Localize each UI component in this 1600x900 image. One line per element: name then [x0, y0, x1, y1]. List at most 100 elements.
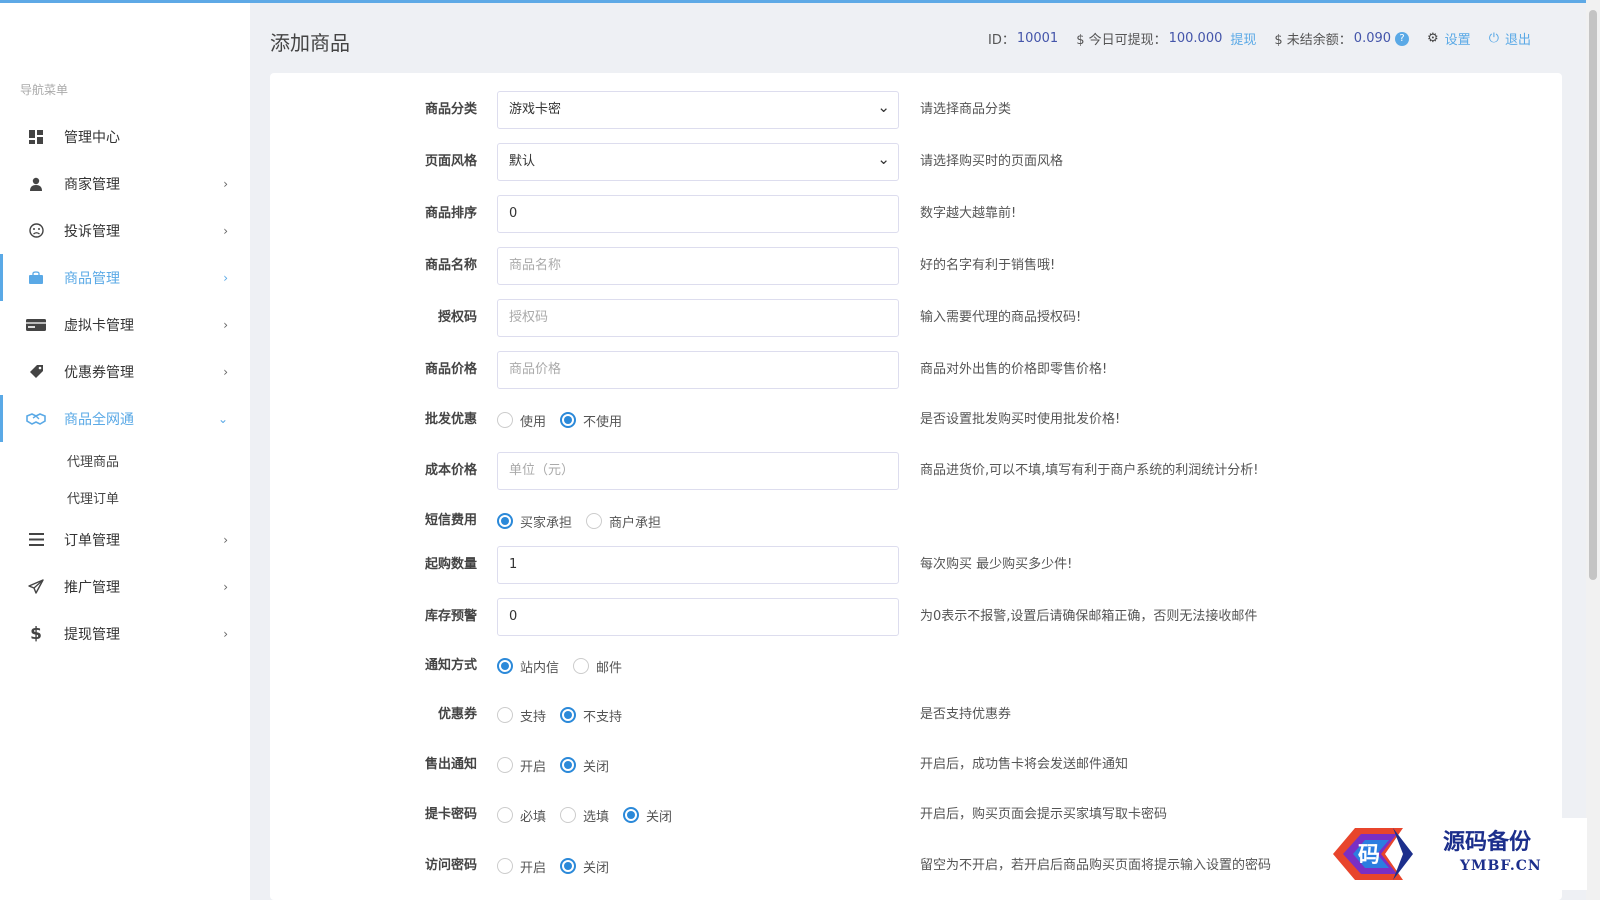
- watermark-logo-char: 码: [1358, 842, 1380, 868]
- id-label: ID：: [987, 33, 1015, 48]
- sort-input[interactable]: 0: [497, 195, 899, 233]
- radio-circle[interactable]: [497, 658, 513, 674]
- wholesale-hint: 是否设置批发购买时使用批发价格!: [920, 412, 1121, 427]
- frown-icon: [26, 221, 46, 241]
- radio-circle[interactable]: [560, 858, 577, 874]
- wholesale-option-nouse[interactable]: 不使用: [560, 411, 622, 430]
- name-input[interactable]: 商品名称: [497, 247, 899, 285]
- card-pwd-hint: 开启后，购买页面会提示买家填写取卡密码: [920, 807, 1168, 822]
- form-row-min-qty: 起购数量 1 每次购买 最少购买多少件!: [270, 546, 1562, 584]
- wholesale-option-use[interactable]: 使用: [497, 411, 546, 430]
- wholesale-label: 批发优惠: [424, 412, 477, 427]
- auth-label: 授权码: [437, 310, 477, 325]
- watermark-title: 源码备份: [1443, 829, 1532, 855]
- add-product-form: 商品分类 游戏卡密 请选择商品分类 页面风格 默认 请选择购买时的页面风格 商品…: [270, 73, 1562, 900]
- sidebar: 导航菜单 管理中心 商家管理 › 投诉管理 › 商品管理 › 虚拟卡管理 › 优…: [0, 3, 250, 900]
- gear-icon: ⚙: [1427, 31, 1439, 46]
- form-row-auth: 授权码 授权码 输入需要代理的商品授权码!: [270, 299, 1562, 337]
- category-select[interactable]: 游戏卡密: [497, 89, 899, 129]
- radio-circle[interactable]: [560, 412, 577, 428]
- sms-option-merchant[interactable]: 商户承担: [586, 512, 661, 531]
- sidebar-item-merchants[interactable]: 商家管理 ›: [0, 160, 250, 207]
- settings-link[interactable]: 设置: [1445, 29, 1471, 48]
- radio-label: 必填: [520, 809, 547, 825]
- min-qty-input[interactable]: 1: [497, 546, 899, 584]
- logout-link[interactable]: 退出: [1505, 29, 1531, 48]
- visit-pwd-option-on[interactable]: 开启: [497, 857, 546, 876]
- card-icon: [26, 315, 46, 335]
- style-hint: 请选择购买时的页面风格: [920, 154, 1064, 169]
- cost-label: 成本价格: [424, 463, 477, 478]
- sidebar-item-dashboard[interactable]: 管理中心: [0, 113, 250, 160]
- stock-alert-input[interactable]: 0: [497, 598, 899, 636]
- style-select[interactable]: 默认: [497, 141, 899, 181]
- radio-label: 关闭: [583, 759, 610, 775]
- sidebar-item-promotion[interactable]: 推广管理 ›: [0, 563, 250, 610]
- radio-circle[interactable]: [497, 707, 513, 723]
- cost-input[interactable]: 单位（元）: [497, 452, 899, 490]
- radio-circle[interactable]: [497, 757, 513, 773]
- sidebar-item-label: 商品全网通: [64, 411, 134, 428]
- radio-circle[interactable]: [573, 658, 590, 674]
- radio-label: 站内信: [520, 660, 560, 676]
- help-icon[interactable]: ?: [1395, 31, 1410, 46]
- radio-circle[interactable]: [586, 513, 603, 529]
- chevron-right-icon: ›: [223, 532, 228, 547]
- sidebar-item-label: 投诉管理: [64, 223, 120, 240]
- radio-circle[interactable]: [497, 807, 513, 823]
- visit-pwd-option-off[interactable]: 关闭: [560, 857, 609, 876]
- radio-circle[interactable]: [497, 858, 513, 874]
- radio-label: 邮件: [596, 660, 623, 676]
- sidebar-item-network[interactable]: 商品全网通 ⌄: [0, 395, 250, 442]
- radio-circle[interactable]: [560, 807, 577, 823]
- radio-label: 买家承担: [520, 515, 573, 531]
- sidebar-item-products[interactable]: 商品管理 ›: [0, 254, 250, 301]
- chevron-right-icon: ›: [223, 364, 228, 379]
- radio-label: 关闭: [646, 809, 673, 825]
- nav-menu: 管理中心 商家管理 › 投诉管理 › 商品管理 › 虚拟卡管理 › 优惠券管理 …: [0, 113, 250, 657]
- sold-notice-hint: 开启后，成功售卡将会发送邮件通知: [920, 757, 1129, 772]
- radio-circle[interactable]: [560, 757, 577, 773]
- coupon-option-support[interactable]: 支持: [497, 706, 546, 725]
- auth-hint: 输入需要代理的商品授权码!: [920, 310, 1082, 325]
- sms-option-buyer[interactable]: 买家承担: [497, 512, 572, 531]
- sidebar-item-virtual-cards[interactable]: 虚拟卡管理 ›: [0, 301, 250, 348]
- watermark: 码 源码备份 YMBF.CN: [1325, 818, 1587, 890]
- sidebar-subitem-proxy-products[interactable]: 代理商品: [0, 442, 250, 479]
- notify-label: 通知方式: [424, 658, 477, 673]
- form-row-name: 商品名称 商品名称 好的名字有利于销售哦!: [270, 247, 1562, 285]
- withdraw-link[interactable]: 提现: [1230, 29, 1256, 48]
- sidebar-item-withdraw[interactable]: $ 提现管理 ›: [0, 610, 250, 657]
- sidebar-subitem-proxy-orders[interactable]: 代理订单: [0, 479, 250, 516]
- sidebar-item-coupons[interactable]: 优惠券管理 ›: [0, 348, 250, 395]
- sold-notice-option-off[interactable]: 关闭: [560, 756, 609, 775]
- name-hint: 好的名字有利于销售哦!: [920, 258, 1056, 273]
- card-pwd-option-optional[interactable]: 选填: [560, 806, 609, 825]
- sidebar-item-complaints[interactable]: 投诉管理 ›: [0, 207, 250, 254]
- page-title: 添加商品: [270, 31, 350, 55]
- radio-label: 选填: [583, 809, 610, 825]
- sidebar-item-orders[interactable]: 订单管理 ›: [0, 516, 250, 563]
- auth-input[interactable]: 授权码: [497, 299, 899, 337]
- radio-circle[interactable]: [497, 412, 513, 428]
- price-label: 商品价格: [424, 362, 477, 377]
- form-row-wholesale: 批发优惠 使用 不使用 是否设置批发购买时使用批发价格!: [270, 401, 1562, 439]
- min-qty-label: 起购数量: [424, 557, 477, 572]
- sidebar-item-label: 提现管理: [64, 626, 120, 643]
- sold-notice-option-on[interactable]: 开启: [497, 756, 546, 775]
- notify-option-inbox[interactable]: 站内信: [497, 657, 559, 676]
- sidebar-item-label: 虚拟卡管理: [64, 317, 134, 334]
- price-input[interactable]: 商品价格: [497, 351, 899, 389]
- tag-icon: [26, 362, 46, 382]
- scrollbar-thumb[interactable]: [1589, 10, 1597, 580]
- radio-label: 不支持: [583, 709, 623, 725]
- form-row-sms: 短信费用 买家承担 商户承担: [270, 502, 1562, 540]
- card-pwd-option-off[interactable]: 关闭: [623, 806, 672, 825]
- notify-option-email[interactable]: 邮件: [573, 657, 622, 676]
- radio-circle[interactable]: [497, 513, 513, 529]
- shopping-bag-icon: [26, 268, 46, 288]
- radio-circle[interactable]: [560, 707, 577, 723]
- card-pwd-option-required[interactable]: 必填: [497, 806, 546, 825]
- radio-circle[interactable]: [623, 807, 640, 823]
- coupon-option-nosupport[interactable]: 不支持: [560, 706, 622, 725]
